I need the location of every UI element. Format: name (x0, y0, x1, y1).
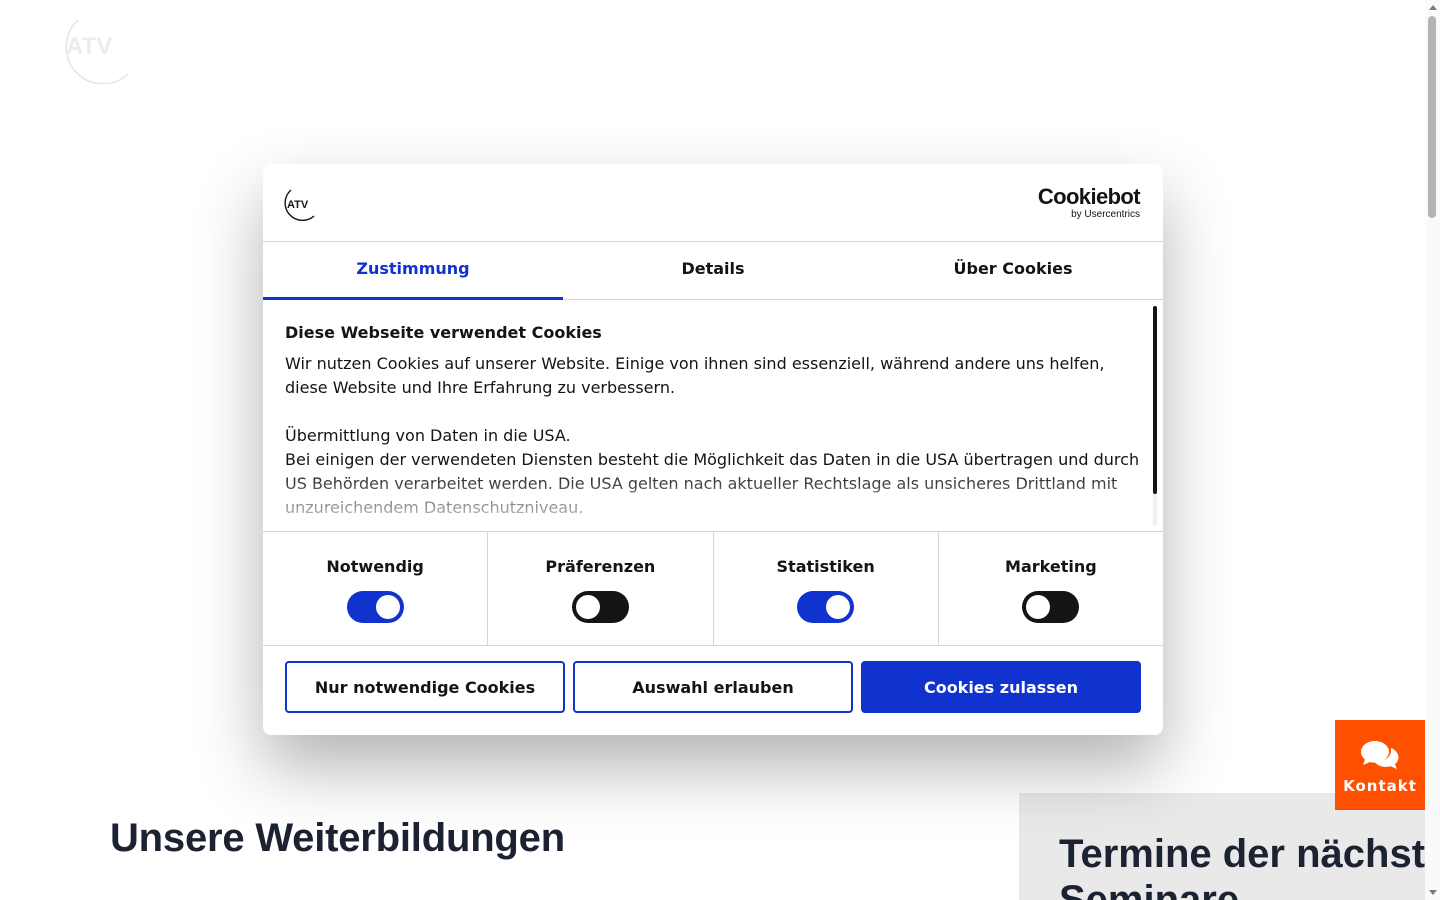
section-title: Unsere Weiterbildungen (110, 816, 565, 860)
toggle-label: Präferenzen (545, 557, 656, 576)
dialog-buttons: Nur notwendige Cookies Auswahl erlauben … (285, 661, 1141, 713)
intro-paragraph: Wir nutzen Cookies auf unserer Website. … (285, 354, 1105, 397)
toggle-knob (826, 595, 851, 619)
seminar-title-line1: Termine der nächsten (1059, 832, 1440, 876)
dialog-body: Diese Webseite verwendet Cookies Wir nut… (263, 300, 1163, 531)
atv-logo-icon: ATV (65, 19, 129, 85)
cookiebot-by: by Usercentrics (1071, 209, 1140, 220)
usa-title: Übermittlung von Daten in die USA. (285, 426, 571, 445)
necessary-cookies-button[interactable]: Nur notwendige Cookies (285, 661, 565, 713)
dialog-logo: ATV (283, 185, 319, 222)
atv-logo-icon: ATV (284, 189, 315, 222)
logo-text: ATV (66, 33, 112, 60)
toggle-cell-statistiken: Statistiken (714, 532, 939, 645)
toggle-marketing[interactable] (1022, 591, 1080, 623)
cookie-consent-dialog: ATV Cookiebot by Usercentrics Zustimmung… (263, 164, 1163, 735)
toggle-praeferenzen[interactable] (571, 591, 629, 623)
cookiebot-name: Cookiebot (1037, 184, 1141, 209)
toggle-label: Notwendig (326, 557, 424, 576)
seminar-title: Termine der nächsten Seminare (1059, 831, 1440, 900)
toggle-cell-praeferenzen: Präferenzen (488, 532, 714, 645)
toggle-knob (1026, 595, 1051, 619)
toggle-statistiken[interactable] (797, 591, 855, 623)
allow-selection-button[interactable]: Auswahl erlauben (573, 661, 853, 713)
toggle-notwendig[interactable] (346, 591, 404, 623)
chat-bubbles-icon (1361, 741, 1399, 769)
cookiebot-logo[interactable]: Cookiebot by Usercentrics (1037, 184, 1141, 221)
dialog-tabs: Zustimmung Details Über Cookies (263, 242, 1163, 300)
dialog-scroll-thumb[interactable] (1153, 306, 1157, 494)
scroll-down-arrow-icon[interactable] (1429, 890, 1437, 895)
dialog-logo-text: ATV (287, 199, 309, 211)
dialog-header: ATV Cookiebot by Usercentrics (263, 164, 1163, 242)
toggle-label: Statistiken (776, 557, 875, 576)
dialog-heading: Diese Webseite verwendet Cookies (285, 323, 602, 342)
consent-toggles: Notwendig Präferenzen Statistiken Market… (263, 531, 1163, 646)
toggle-cell-notwendig: Notwendig (263, 532, 489, 645)
tab-details[interactable]: Details (563, 242, 863, 299)
toggle-label: Marketing (1005, 557, 1097, 576)
seminar-title-line2: Seminare (1059, 878, 1240, 900)
page-scrollbar[interactable] (1425, 0, 1440, 900)
scroll-up-arrow-icon[interactable] (1429, 5, 1437, 10)
scroll-thumb[interactable] (1428, 16, 1436, 218)
tab-zustimmung[interactable]: Zustimmung (263, 242, 563, 300)
contact-button[interactable]: Kontakt (1335, 720, 1425, 810)
site-logo[interactable]: ATV (58, 8, 134, 85)
contact-label: Kontakt (1343, 777, 1417, 795)
toggle-knob (375, 595, 400, 619)
toggle-knob (575, 595, 600, 619)
toggle-cell-marketing: Marketing (939, 532, 1163, 645)
tab-ueber-cookies[interactable]: Über Cookies (863, 242, 1163, 299)
accept-all-cookies-button[interactable]: Cookies zulassen (861, 661, 1141, 713)
usa-paragraph: Bei einigen der verwendeten Diensten bes… (285, 450, 1140, 517)
